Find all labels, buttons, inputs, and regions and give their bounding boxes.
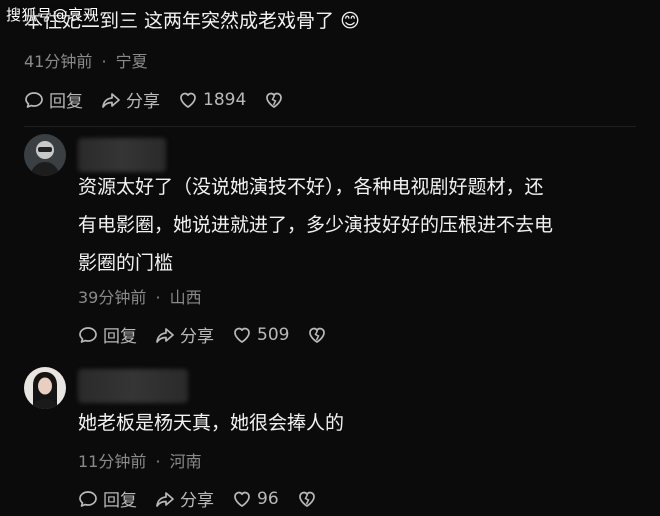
like-count: 96 (257, 488, 279, 509)
comment-3-text: 她老板是杨天真，她很会捧人的 (78, 412, 345, 434)
like-button[interactable]: 509 (232, 325, 289, 345)
divider (24, 126, 636, 127)
dislike-button[interactable] (264, 90, 284, 110)
comment-line: 影圈的门槛 (78, 252, 174, 274)
dislike-button[interactable] (307, 325, 327, 345)
like-button[interactable]: 1894 (178, 90, 246, 110)
comment-time: 41分钟前 (24, 52, 93, 71)
comment-1-meta: 41分钟前 · 宁夏 (24, 48, 148, 72)
dislike-button[interactable] (297, 489, 317, 509)
like-count: 1894 (203, 89, 247, 110)
share-icon (155, 489, 175, 509)
comment-line: 有电影圈，她说进就进了，多少演技好好的压根进不去电 (78, 214, 554, 236)
share-button[interactable]: 分享 (155, 486, 214, 511)
share-button[interactable]: 分享 (101, 87, 160, 112)
dislike-heart-icon (307, 325, 327, 345)
comment-3-meta: 11分钟前 · 河南 (78, 448, 202, 472)
comment-2-actions: 回复 分享 509 (78, 322, 345, 347)
heart-icon (232, 325, 252, 345)
comment-2-text: 资源太好了（没说她演技不好），各种电视剧好题材，还 有电影圈，她说进就进了，多少… (78, 168, 553, 282)
comment-1-actions: 回复 分享 1894 (24, 87, 302, 112)
dislike-heart-icon (297, 489, 317, 509)
share-button[interactable]: 分享 (155, 322, 214, 347)
meta-separator: · (155, 288, 161, 307)
heart-icon (178, 90, 198, 110)
avatar[interactable] (24, 367, 66, 409)
comment-line: 资源太好了（没说她演技不好），各种电视剧好题材，还 (78, 176, 544, 198)
comment-location: 宁夏 (115, 52, 148, 71)
comment-2-meta: 39分钟前 · 山西 (78, 284, 202, 308)
reply-icon (24, 90, 44, 110)
comment-location: 山西 (169, 288, 202, 307)
share-icon (155, 325, 175, 345)
meta-separator: · (155, 452, 161, 471)
dislike-heart-icon (264, 90, 284, 110)
share-icon (101, 90, 121, 110)
reply-label: 回复 (103, 327, 137, 347)
reply-label: 回复 (103, 491, 137, 511)
share-label: 分享 (126, 92, 160, 112)
meta-separator: · (101, 52, 107, 71)
comment-time: 11分钟前 (78, 452, 147, 471)
reply-button[interactable]: 回复 (78, 322, 137, 347)
comment-location: 河南 (169, 452, 202, 471)
avatar[interactable] (24, 134, 66, 176)
reply-label: 回复 (49, 92, 83, 112)
reply-button[interactable]: 回复 (78, 486, 137, 511)
share-label: 分享 (180, 327, 214, 347)
watermark: 搜狐号@哀观· (6, 6, 105, 24)
reply-button[interactable]: 回复 (24, 87, 83, 112)
comment-time: 39分钟前 (78, 288, 147, 307)
like-button[interactable]: 96 (232, 489, 279, 509)
reply-icon (78, 325, 98, 345)
heart-icon (232, 489, 252, 509)
reply-icon (78, 489, 98, 509)
blurred-username (78, 138, 166, 172)
comment-3-actions: 回复 分享 96 (78, 486, 335, 511)
like-count: 509 (257, 324, 290, 345)
blurred-username (78, 369, 188, 403)
share-label: 分享 (180, 491, 214, 511)
